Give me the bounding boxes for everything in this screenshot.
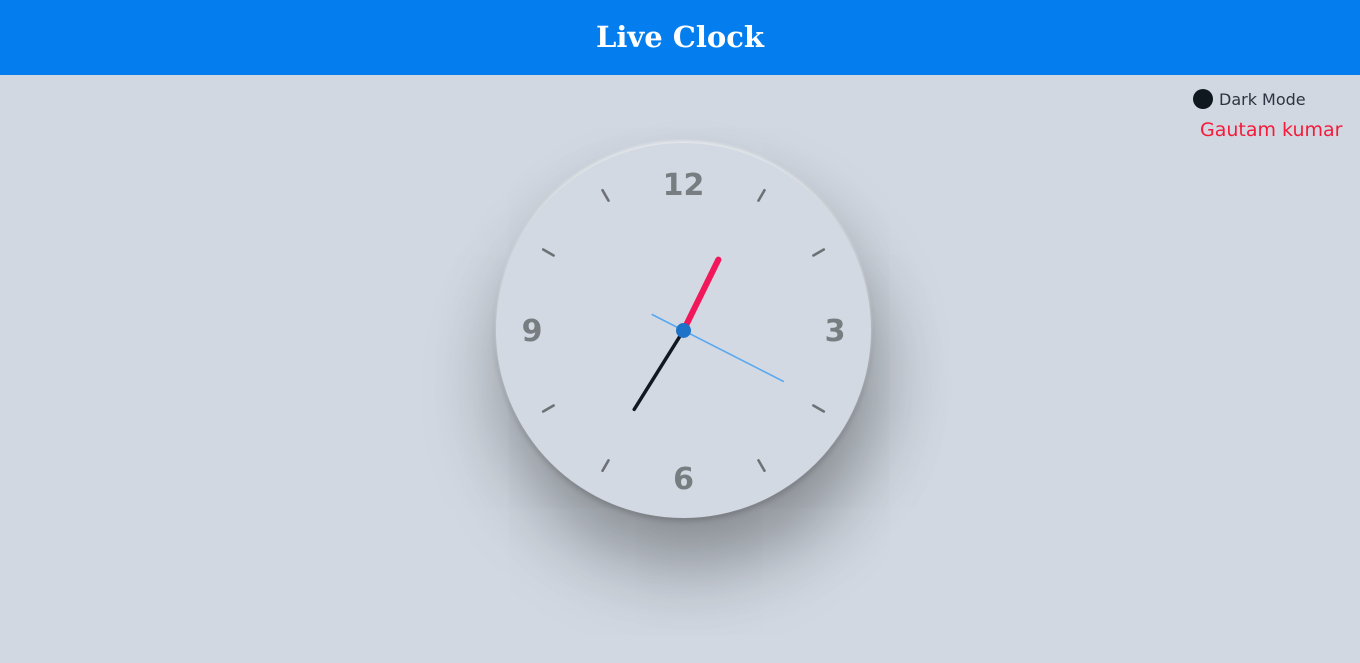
- author-name: Gautam kumar: [1200, 119, 1343, 141]
- hour-hand: [632, 328, 686, 412]
- tick-mark: [601, 459, 610, 473]
- numeral-3: 3: [825, 314, 846, 349]
- tick-mark: [541, 248, 555, 257]
- numeral-12: 12: [663, 168, 705, 203]
- numeral-6: 6: [673, 462, 694, 497]
- page-title: Live Clock: [596, 19, 764, 54]
- dark-mode-label[interactable]: Dark Mode: [1219, 90, 1306, 109]
- tick-mark: [757, 188, 766, 202]
- tick-mark: [601, 188, 610, 202]
- minute-hand: [680, 256, 722, 334]
- tick-mark: [757, 459, 766, 473]
- numeral-9: 9: [522, 314, 543, 349]
- tick-mark: [812, 404, 826, 413]
- clock-face: 12 3 6 9: [496, 143, 871, 518]
- circle-toggle-icon[interactable]: [1193, 89, 1213, 109]
- dark-mode-toggle[interactable]: Dark Mode: [1193, 89, 1306, 109]
- center-dot: [676, 323, 691, 338]
- tick-mark: [812, 248, 826, 257]
- header-bar: Live Clock: [0, 0, 1360, 75]
- tick-mark: [541, 404, 555, 413]
- clock-svg: 12 3 6 9: [522, 168, 846, 497]
